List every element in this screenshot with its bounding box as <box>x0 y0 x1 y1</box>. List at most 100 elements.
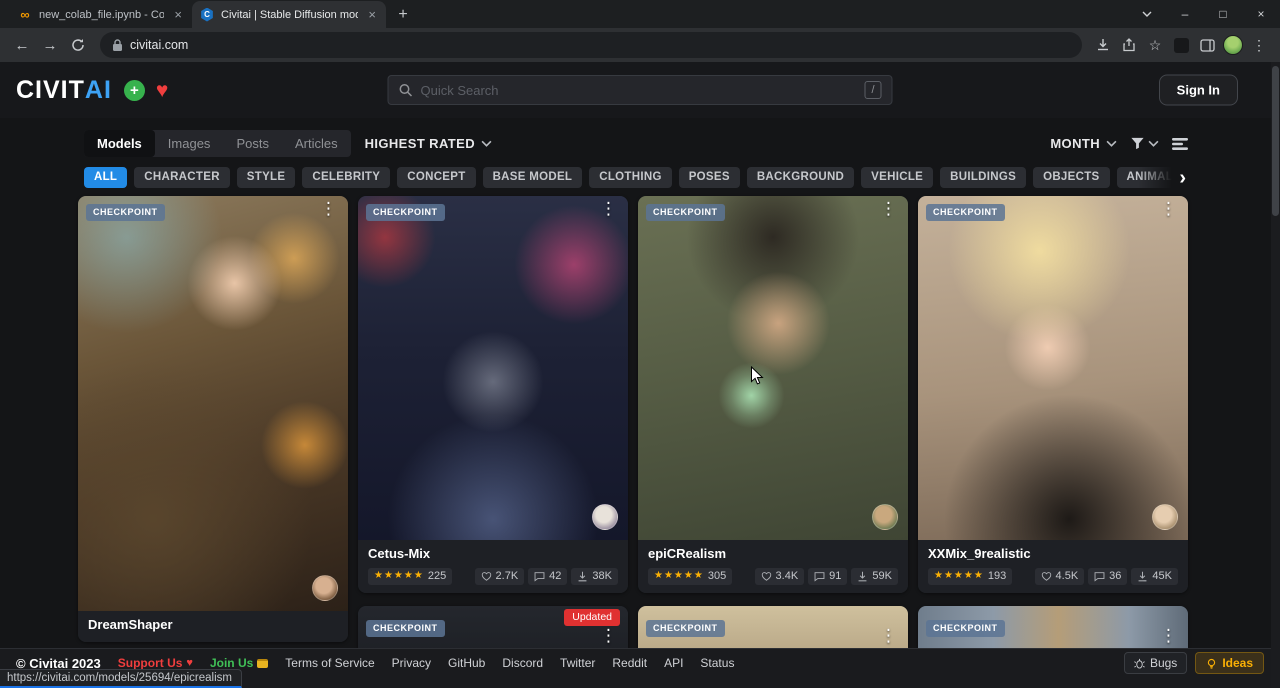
profile-avatar[interactable] <box>1220 32 1246 58</box>
browser-tab-colab[interactable]: ∞ new_colab_file.ipynb - Colaborat × <box>10 1 192 28</box>
search-input[interactable] <box>421 83 857 98</box>
creator-avatar[interactable] <box>312 575 338 601</box>
minimize-button[interactable]: – <box>1166 0 1204 28</box>
download-icon <box>1137 571 1148 582</box>
tab-images[interactable]: Images <box>155 130 224 157</box>
bug-icon <box>1134 658 1145 669</box>
category-chip[interactable]: POSES <box>679 167 740 189</box>
comments-count: 42 <box>549 571 561 582</box>
ideas-button[interactable]: Ideas <box>1195 652 1264 674</box>
url-text: civitai.com <box>130 38 188 52</box>
category-chip[interactable]: VEHICLE <box>861 167 933 189</box>
star-icons: ★★★★★ <box>654 571 704 581</box>
creator-avatar[interactable] <box>592 504 618 530</box>
tab-search-icon[interactable] <box>1128 0 1166 28</box>
civitai-logo[interactable]: CIVITAI <box>16 78 112 103</box>
address-bar[interactable]: civitai.com <box>100 32 1082 58</box>
creator-avatar[interactable] <box>872 504 898 530</box>
support-heart-icon[interactable]: ♥ <box>156 80 168 101</box>
likes-chip[interactable]: 4.5K <box>1035 568 1085 585</box>
tab-models[interactable]: Models <box>84 130 155 157</box>
footer-link-twitter[interactable]: Twitter <box>560 656 595 670</box>
footer-link-join-us[interactable]: Join Us <box>210 656 268 670</box>
rating-chip[interactable]: ★★★★★ 305 <box>648 568 732 585</box>
card-menu-button[interactable]: ⋮ <box>873 199 904 220</box>
footer-link-discord[interactable]: Discord <box>502 656 543 670</box>
footer-link-privacy[interactable]: Privacy <box>392 656 431 670</box>
category-chip[interactable]: OBJECTS <box>1033 167 1109 189</box>
period-select[interactable]: MONTH <box>1050 136 1117 151</box>
forward-button[interactable]: → <box>36 31 64 59</box>
maximize-button[interactable]: □ <box>1204 0 1242 28</box>
extension-icon[interactable] <box>1168 32 1194 58</box>
card-menu-button[interactable]: ⋮ <box>873 626 904 647</box>
downloads-chip[interactable]: 59K <box>851 568 898 585</box>
category-chip[interactable]: CONCEPT <box>397 167 475 189</box>
card-menu-button[interactable]: ⋮ <box>1153 199 1184 220</box>
status-link-tooltip: https://civitai.com/models/25694/epicrea… <box>0 669 242 688</box>
footer-link-status[interactable]: Status <box>700 656 734 670</box>
model-card-dreamshaper[interactable]: CHECKPOINT ⋮ DreamShaper <box>78 196 348 642</box>
bugs-button[interactable]: Bugs <box>1124 652 1187 674</box>
category-chip[interactable]: CELEBRITY <box>302 167 390 189</box>
rating-chip[interactable]: ★★★★★ 193 <box>928 568 1012 585</box>
card-menu-button[interactable]: ⋮ <box>593 626 624 647</box>
comment-icon <box>534 571 545 582</box>
page-scrollbar[interactable] <box>1271 62 1280 688</box>
footer-link-support-us[interactable]: Support Us♥ <box>118 656 193 670</box>
category-chip[interactable]: CHARACTER <box>134 167 230 189</box>
likes-chip[interactable]: 2.7K <box>475 568 525 585</box>
category-chip[interactable]: STYLE <box>237 167 296 189</box>
layout-toggle-button[interactable] <box>1172 137 1188 151</box>
save-page-icon[interactable] <box>1090 32 1116 58</box>
quick-search[interactable]: / <box>388 75 893 105</box>
comments-chip[interactable]: 91 <box>808 568 847 585</box>
rating-chip[interactable]: ★★★★★ 225 <box>368 568 452 585</box>
category-chip[interactable]: CLOTHING <box>589 167 671 189</box>
category-chip[interactable]: BASE MODEL <box>483 167 583 189</box>
create-plus-button[interactable]: + <box>124 80 145 101</box>
refresh-button[interactable] <box>64 31 92 59</box>
card-menu-button[interactable]: ⋮ <box>593 199 624 220</box>
likes-chip[interactable]: 3.4K <box>755 568 805 585</box>
tab-close-icon[interactable]: × <box>364 7 380 22</box>
side-panel-icon[interactable] <box>1194 32 1220 58</box>
new-tab-button[interactable]: + <box>390 2 416 28</box>
tab-articles[interactable]: Articles <box>282 130 351 157</box>
model-card-epicrealism[interactable]: CHECKPOINT ⋮ epiCRealism ★★★★★ 305 <box>638 196 908 593</box>
downloads-chip[interactable]: 45K <box>1131 568 1178 585</box>
filter-button[interactable] <box>1130 136 1159 151</box>
browser-navbar: ← → civitai.com ☆ ⋮ <box>0 28 1280 62</box>
model-type-badge: CHECKPOINT <box>926 620 1005 637</box>
comments-chip[interactable]: 42 <box>528 568 567 585</box>
comments-chip[interactable]: 36 <box>1088 568 1127 585</box>
footer-link-reddit[interactable]: Reddit <box>612 656 647 670</box>
category-chip[interactable]: BACKGROUND <box>747 167 854 189</box>
card-menu-button[interactable]: ⋮ <box>313 199 344 220</box>
browser-menu-icon[interactable]: ⋮ <box>1246 32 1272 58</box>
mouse-cursor <box>750 366 765 386</box>
close-button[interactable]: × <box>1242 0 1280 28</box>
footer-link-github[interactable]: GitHub <box>448 656 485 670</box>
category-filter-bar: ALL CHARACTER STYLE CELEBRITY CONCEPT BA… <box>84 165 1190 190</box>
bookmark-star-icon[interactable]: ☆ <box>1142 32 1168 58</box>
model-card-cetus-mix[interactable]: CHECKPOINT ⋮ Cetus-Mix ★★★★★ 225 <box>358 196 628 593</box>
tab-close-icon[interactable]: × <box>170 7 186 22</box>
share-icon[interactable] <box>1116 32 1142 58</box>
creator-avatar[interactable] <box>1152 504 1178 530</box>
sign-in-button[interactable]: Sign In <box>1159 75 1238 106</box>
model-card-xxmix9realistic[interactable]: CHECKPOINT ⋮ XXMix_9realistic ★★★★★ 193 <box>918 196 1188 593</box>
footer-link-terms[interactable]: Terms of Service <box>285 656 374 670</box>
card-menu-button[interactable]: ⋮ <box>1153 626 1184 647</box>
footer-link-api[interactable]: API <box>664 656 683 670</box>
scrollbar-thumb[interactable] <box>1272 66 1279 216</box>
category-chip-all[interactable]: ALL <box>84 167 127 189</box>
sort-select[interactable]: HIGHEST RATED <box>365 136 492 151</box>
browser-tab-civitai[interactable]: C Civitai | Stable Diffusion models, × <box>192 1 386 28</box>
model-type-badge: CHECKPOINT <box>366 204 445 221</box>
categories-scroll-right-button[interactable]: › <box>1138 165 1190 190</box>
category-chip[interactable]: BUILDINGS <box>940 167 1026 189</box>
back-button[interactable]: ← <box>8 31 36 59</box>
tab-posts[interactable]: Posts <box>223 130 282 157</box>
downloads-chip[interactable]: 38K <box>571 568 618 585</box>
